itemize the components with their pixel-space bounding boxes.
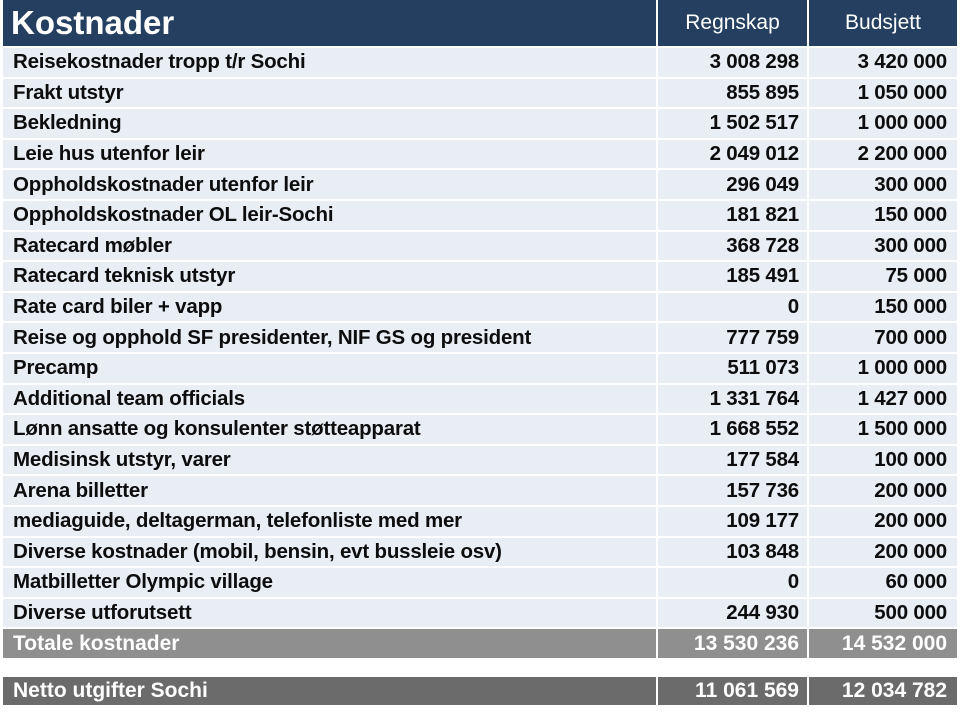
row-budsjett: 1 000 000 (809, 353, 957, 383)
row-regnskap: 181 821 (658, 200, 807, 230)
row-budsjett: 150 000 (809, 200, 957, 230)
table-row: Matbilletter Olympic village 0 60 000 (3, 568, 957, 597)
table-row: Oppholdskostnader utenfor leir 296 049 300… (3, 170, 957, 199)
row-budsjett: 1 500 000 (809, 415, 957, 444)
table-row: Reise og opphold SF presidenter, NIF GS … (3, 323, 957, 352)
row-regnskap: 177 584 (658, 445, 807, 475)
row-budsjett: 200 000 (809, 476, 957, 505)
row-label: Ratecard teknisk utstyr (3, 262, 656, 291)
table-row: Bekledning 1 502 517 1 000 000 (3, 109, 957, 138)
column-header-budsjett: Budsjett (809, 0, 957, 46)
total-regnskap: 13 530 236 (658, 629, 807, 658)
net-budsjett: 12 034 782 (809, 676, 957, 706)
row-budsjett: 500 000 (809, 598, 957, 628)
row-regnskap: 0 (658, 292, 807, 322)
table-row: Arena billetter 157 736 200 000 (3, 476, 957, 505)
row-budsjett: 700 000 (809, 323, 957, 352)
table-title: Kostnader (3, 0, 656, 46)
net-regnskap: 11 061 569 (658, 676, 807, 706)
row-label: Arena billetter (3, 476, 656, 505)
cost-table: Kostnader Regnskap Budsjett Reisekostnad… (3, 0, 957, 707)
row-budsjett: 75 000 (809, 262, 957, 291)
row-label: Reise og opphold SF presidenter, NIF GS … (3, 323, 656, 352)
table-row: Precamp 511 073 1 000 000 (3, 353, 957, 383)
row-budsjett: 150 000 (809, 292, 957, 322)
total-budsjett: 14 532 000 (809, 629, 957, 658)
row-budsjett: 2 200 000 (809, 139, 957, 169)
net-row: Netto utgifter Sochi 11 061 569 12 034 7… (3, 676, 957, 706)
row-budsjett: 1 427 000 (809, 384, 957, 414)
table-row: Additional team officials 1 331 764 1 427 … (3, 384, 957, 414)
row-budsjett: 60 000 (809, 568, 957, 597)
net-label: Netto utgifter Sochi (3, 676, 656, 706)
row-budsjett: 1 050 000 (809, 78, 957, 108)
row-label: Bekledning (3, 109, 656, 138)
row-label: Oppholdskostnader OL leir-Sochi (3, 200, 656, 230)
row-label: Rate card biler + vapp (3, 292, 656, 322)
row-regnskap: 777 759 (658, 323, 807, 352)
row-label: Lønn ansatte og konsulenter støtteappara… (3, 415, 656, 444)
table-row: Leie hus utenfor leir 2 049 012 2 200 000 (3, 139, 957, 169)
row-regnskap: 855 895 (658, 78, 807, 108)
row-regnskap: 103 848 (658, 537, 807, 567)
row-budsjett: 1 000 000 (809, 109, 957, 138)
row-budsjett: 3 420 000 (809, 48, 957, 77)
row-regnskap: 1 668 552 (658, 415, 807, 444)
row-label: Ratecard møbler (3, 231, 656, 261)
row-label: mediaguide, deltagerman, telefonliste me… (3, 506, 656, 536)
row-regnskap: 1 331 764 (658, 384, 807, 414)
table-row: mediaguide, deltagerman, telefonliste me… (3, 506, 957, 536)
row-regnskap: 157 736 (658, 476, 807, 505)
row-label: Diverse utforutsett (3, 598, 656, 628)
row-label: Medisinsk utstyr, varer (3, 445, 656, 475)
row-budsjett: 100 000 (809, 445, 957, 475)
table-row: Ratecard møbler 368 728 300 000 (3, 231, 957, 261)
total-label: Totale kostnader (3, 629, 656, 658)
row-label: Reisekostnader tropp t/r Sochi (3, 48, 656, 77)
table-row: Reisekostnader tropp t/r Sochi 3 008 298 3… (3, 48, 957, 77)
row-budsjett: 300 000 (809, 170, 957, 199)
table-header: Kostnader Regnskap Budsjett (3, 0, 957, 46)
row-regnskap: 2 049 012 (658, 139, 807, 169)
row-budsjett: 200 000 (809, 537, 957, 567)
table-row: Diverse utforutsett 244 930 500 000 (3, 598, 957, 628)
row-regnskap: 0 (658, 568, 807, 597)
row-regnskap: 296 049 (658, 170, 807, 199)
row-regnskap: 3 008 298 (658, 48, 807, 77)
row-label: Frakt utstyr (3, 78, 656, 108)
row-label: Additional team officials (3, 384, 656, 414)
row-label: Leie hus utenfor leir (3, 139, 656, 169)
row-regnskap: 185 491 (658, 262, 807, 291)
row-regnskap: 109 177 (658, 506, 807, 536)
row-regnskap: 368 728 (658, 231, 807, 261)
table-body: Reisekostnader tropp t/r Sochi 3 008 298 3… (3, 48, 957, 628)
table-row: Frakt utstyr 855 895 1 050 000 (3, 78, 957, 108)
row-budsjett: 200 000 (809, 506, 957, 536)
row-label: Oppholdskostnader utenfor leir (3, 170, 656, 199)
row-regnskap: 244 930 (658, 598, 807, 628)
table-row: Medisinsk utstyr, varer 177 584 100 000 (3, 445, 957, 475)
row-label: Precamp (3, 353, 656, 383)
row-budsjett: 300 000 (809, 231, 957, 261)
table-row: Lønn ansatte og konsulenter støtteappara… (3, 415, 957, 444)
table-row: Rate card biler + vapp 0 150 000 (3, 292, 957, 322)
table-row: Diverse kostnader (mobil, bensin, evt bu… (3, 537, 957, 567)
table-row: Ratecard teknisk utstyr 185 491 75 000 (3, 262, 957, 291)
row-label: Matbilletter Olympic village (3, 568, 656, 597)
column-header-regnskap: Regnskap (658, 0, 807, 46)
row-label: Diverse kostnader (mobil, bensin, evt bu… (3, 537, 656, 567)
table-row: Oppholdskostnader OL leir-Sochi 181 821 15… (3, 200, 957, 230)
total-row: Totale kostnader 13 530 236 14 532 000 (3, 629, 957, 658)
row-regnskap: 1 502 517 (658, 109, 807, 138)
row-regnskap: 511 073 (658, 353, 807, 383)
